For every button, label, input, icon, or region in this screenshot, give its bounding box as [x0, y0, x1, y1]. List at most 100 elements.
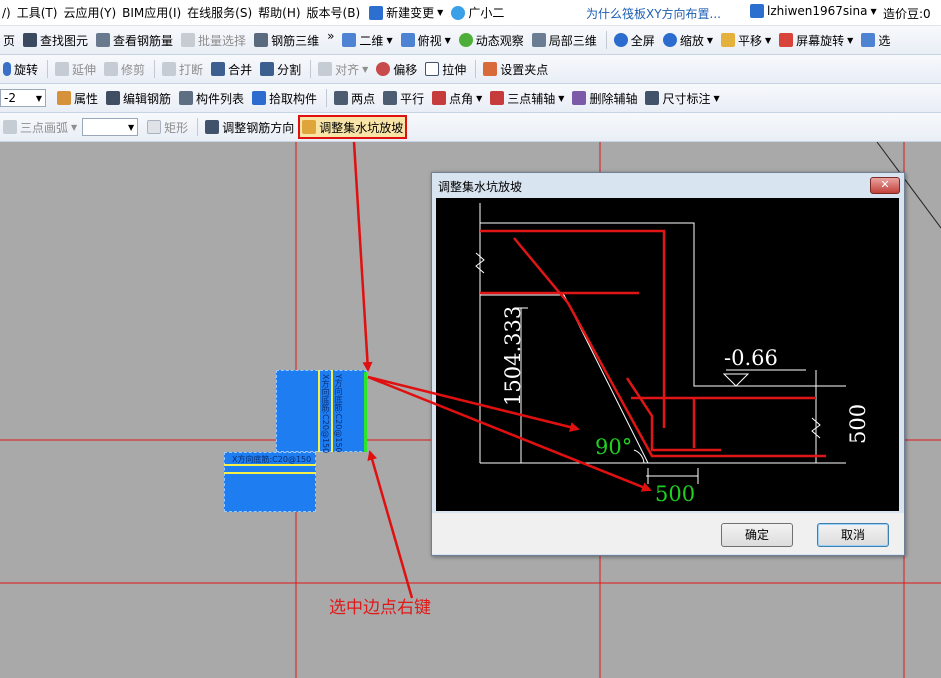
- trim-icon: [104, 62, 119, 76]
- angle-value[interactable]: 90°: [595, 435, 632, 459]
- select-button[interactable]: 选: [858, 29, 893, 51]
- assistant-button[interactable]: 广小二: [448, 2, 507, 24]
- point-angle-button[interactable]: 点角 ▼: [429, 87, 485, 109]
- extend-button[interactable]: 延伸: [52, 58, 99, 80]
- arc-param-select[interactable]: ▼: [82, 118, 139, 136]
- break-label: 打断: [179, 62, 204, 77]
- select-label: 选: [878, 33, 891, 48]
- question-link[interactable]: 为什么筏板XY方向布置...: [586, 5, 721, 22]
- local-3d-button[interactable]: 局部三维: [529, 29, 600, 51]
- trim-button[interactable]: 修剪: [101, 58, 148, 80]
- menu-item-online[interactable]: 在线服务(S): [187, 4, 258, 21]
- chevron-down-icon: ▼: [444, 35, 451, 45]
- dimension-button[interactable]: 尺寸标注 ▼: [642, 87, 722, 109]
- chevron-down-icon: ▼: [713, 93, 720, 103]
- dimension-icon: [645, 91, 660, 105]
- stretch-icon: [425, 62, 440, 76]
- overflow-chevron-icon[interactable]: »: [324, 25, 337, 47]
- new-change-button[interactable]: 新建变更 ▼: [366, 2, 446, 24]
- rotate-screen-icon: [779, 33, 794, 47]
- rectangle-icon: [147, 120, 162, 134]
- hand-icon: [720, 33, 735, 47]
- rectangle-button[interactable]: 矩形: [144, 116, 191, 138]
- layer-select-value: -2: [4, 91, 16, 105]
- selected-edge[interactable]: [364, 372, 367, 452]
- break-icon: [162, 62, 177, 76]
- break-symbol: [475, 252, 485, 274]
- edit-rebar-label: 编辑钢筋: [123, 91, 172, 106]
- orbit-label: 动态观察: [475, 33, 524, 48]
- close-icon: ✕: [880, 178, 890, 191]
- rectangle-label: 矩形: [164, 120, 189, 135]
- extend-label: 延伸: [72, 62, 97, 77]
- stretch-button[interactable]: 拉伸: [422, 58, 469, 80]
- align-label: 对齐: [335, 62, 360, 77]
- screen-rotate-button[interactable]: 屏幕旋转 ▼: [776, 29, 856, 51]
- offset-button[interactable]: 偏移: [373, 58, 420, 80]
- chevron-down-icon: ▼: [35, 93, 42, 103]
- adjust-sump-slope-dialog: 调整集水坑放坡 ✕ 1504.333 -0.66 500 90° 500 确定 …: [431, 172, 905, 556]
- zoom-button[interactable]: 缩放 ▼: [660, 29, 716, 51]
- toolbar-view: 页 查找图元 查看钢筋量 批量选择 钢筋三维 » 二维 ▼ 俯视 ▼ 动态观察 局部…: [0, 26, 941, 55]
- split-button[interactable]: 分割: [257, 58, 304, 80]
- delete-axis-icon: [572, 91, 587, 105]
- parallel-button[interactable]: 平行: [380, 87, 427, 109]
- merge-button[interactable]: 合并: [208, 58, 255, 80]
- menu-item-bim[interactable]: BIM应用(I): [122, 4, 187, 21]
- menu-item-tools[interactable]: 工具(T): [17, 4, 64, 21]
- elevation-value: -0.66: [724, 346, 778, 370]
- menu-item-view[interactable]: /): [2, 6, 17, 20]
- adjust-rebar-direction-label: 调整钢筋方向: [222, 120, 295, 135]
- menu-item-cloud[interactable]: 云应用(Y): [63, 4, 122, 21]
- split-label: 分割: [277, 62, 302, 77]
- three-point-axis-button[interactable]: 三点辅轴 ▼: [487, 87, 567, 109]
- find-element-button[interactable]: 查找图元: [20, 29, 91, 51]
- width-value[interactable]: 500: [655, 482, 695, 506]
- fullscreen-button[interactable]: 全屏: [611, 29, 658, 51]
- batch-select-button[interactable]: 批量选择: [178, 29, 249, 51]
- ok-button[interactable]: 确定: [721, 523, 793, 547]
- point-angle-label: 点角: [449, 91, 474, 106]
- extend-icon: [55, 62, 70, 76]
- menu-item-help[interactable]: 帮助(H): [258, 4, 306, 21]
- properties-icon: [57, 91, 71, 105]
- adjust-sump-slope-button[interactable]: 调整集水坑放坡: [298, 115, 408, 139]
- dialog-title: 调整集水坑放坡: [438, 180, 523, 194]
- delete-axis-button[interactable]: 删除辅轴: [569, 87, 640, 109]
- arc-icon: [3, 120, 17, 134]
- list-icon: [179, 91, 194, 105]
- two-point-button[interactable]: 两点: [331, 87, 378, 109]
- rebar-direction-icon: [205, 120, 220, 134]
- adjust-rebar-direction-button[interactable]: 调整钢筋方向: [202, 116, 297, 138]
- align-button[interactable]: 对齐 ▼: [315, 58, 371, 80]
- properties-button[interactable]: 属性: [54, 87, 101, 109]
- glasses-icon: [96, 33, 111, 47]
- separator: [475, 60, 477, 78]
- edit-rebar-icon: [106, 91, 121, 105]
- top-view-button[interactable]: 俯视 ▼: [398, 29, 454, 51]
- view-2d-label: 二维: [359, 33, 384, 48]
- tb-page[interactable]: 页: [0, 29, 18, 51]
- rotate-button[interactable]: 旋转: [0, 58, 41, 80]
- close-button[interactable]: ✕: [870, 177, 900, 194]
- stretch-label: 拉伸: [442, 62, 467, 77]
- orbit-button[interactable]: 动态观察: [456, 29, 527, 51]
- edit-rebar-button[interactable]: 编辑钢筋: [103, 87, 174, 109]
- three-point-arc-button[interactable]: 三点画弧 ▼: [0, 116, 80, 138]
- eyedropper-icon: [252, 91, 267, 105]
- rebar-line: [318, 370, 320, 452]
- layer-select[interactable]: -2 ▼: [0, 89, 46, 107]
- user-menu[interactable]: lzhiwen1967sina ▼: [750, 4, 877, 18]
- set-grip-button[interactable]: 设置夹点: [480, 58, 551, 80]
- pick-component-button[interactable]: 拾取构件: [249, 87, 320, 109]
- view-2d-button[interactable]: 二维 ▼: [339, 29, 395, 51]
- cancel-button[interactable]: 取消: [817, 523, 889, 547]
- pan-label: 平移: [737, 33, 762, 48]
- pan-button[interactable]: 平移 ▼: [718, 29, 774, 51]
- menu-item-version[interactable]: 版本号(B): [307, 4, 367, 21]
- merge-icon: [211, 62, 226, 76]
- component-list-button[interactable]: 构件列表: [176, 87, 247, 109]
- view-rebar-qty-button[interactable]: 查看钢筋量: [93, 29, 176, 51]
- break-button[interactable]: 打断: [159, 58, 206, 80]
- rebar-3d-button[interactable]: 钢筋三维: [251, 29, 322, 51]
